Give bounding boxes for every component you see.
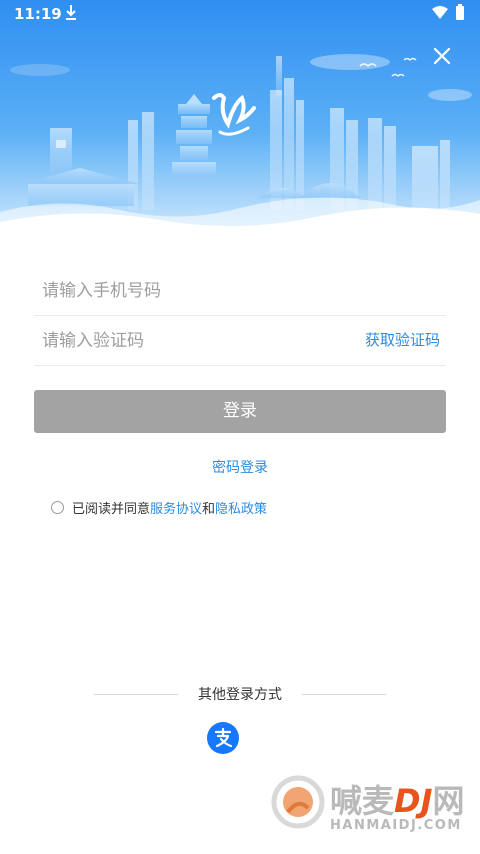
header-banner [0, 0, 480, 240]
other-login-section: 其他登录方式 [0, 684, 480, 706]
agreement-row: 已阅读并同意 服务协议 和 隐私政策 [51, 497, 267, 517]
watermark-text: 喊麦 [330, 782, 395, 820]
login-screen: 11:19 获取验证码 登录 密码登录 已阅读并同意 服务协议 [0, 0, 480, 854]
agreement-checkbox[interactable] [51, 500, 64, 514]
agreement-prefix: 已阅读并同意 [72, 501, 151, 517]
status-time: 11:19 [14, 5, 62, 23]
wifi-icon [432, 6, 448, 19]
privacy-policy-link[interactable]: 隐私政策 [215, 498, 267, 517]
phone-input[interactable] [40, 275, 344, 307]
close-icon [433, 47, 451, 65]
verification-code-field: 获取验证码 [34, 315, 446, 366]
watermark-title: 喊麦DJ网 [330, 776, 465, 822]
watermark-subtitle: HANMAIDJ.COM [330, 818, 462, 833]
battery-icon [456, 4, 464, 20]
watermark-logo-icon [271, 775, 325, 829]
password-login-row: 密码登录 [0, 457, 480, 477]
alipay-login-button[interactable] [207, 722, 239, 754]
divider-right [302, 694, 386, 695]
other-login-label: 其他登录方式 [198, 687, 282, 703]
watermark-dj: DJ [394, 782, 433, 820]
close-button[interactable] [428, 42, 456, 70]
phone-field [34, 265, 446, 316]
verification-code-input[interactable] [40, 325, 344, 357]
watermark: 喊麦DJ网 HANMAIDJ.COM [270, 772, 475, 838]
alipay-icon [214, 727, 233, 748]
login-button[interactable]: 登录 [34, 390, 446, 433]
agreement-and: 和 [202, 501, 216, 517]
password-login-link[interactable]: 密码登录 [212, 460, 268, 476]
service-agreement-link[interactable]: 服务协议 [150, 498, 202, 517]
watermark-suffix: 网 [432, 782, 465, 820]
skyline-illustration [0, 0, 480, 240]
download-icon [66, 5, 76, 20]
status-bar: 11:19 [0, 0, 480, 28]
get-code-button[interactable]: 获取验证码 [365, 329, 440, 350]
